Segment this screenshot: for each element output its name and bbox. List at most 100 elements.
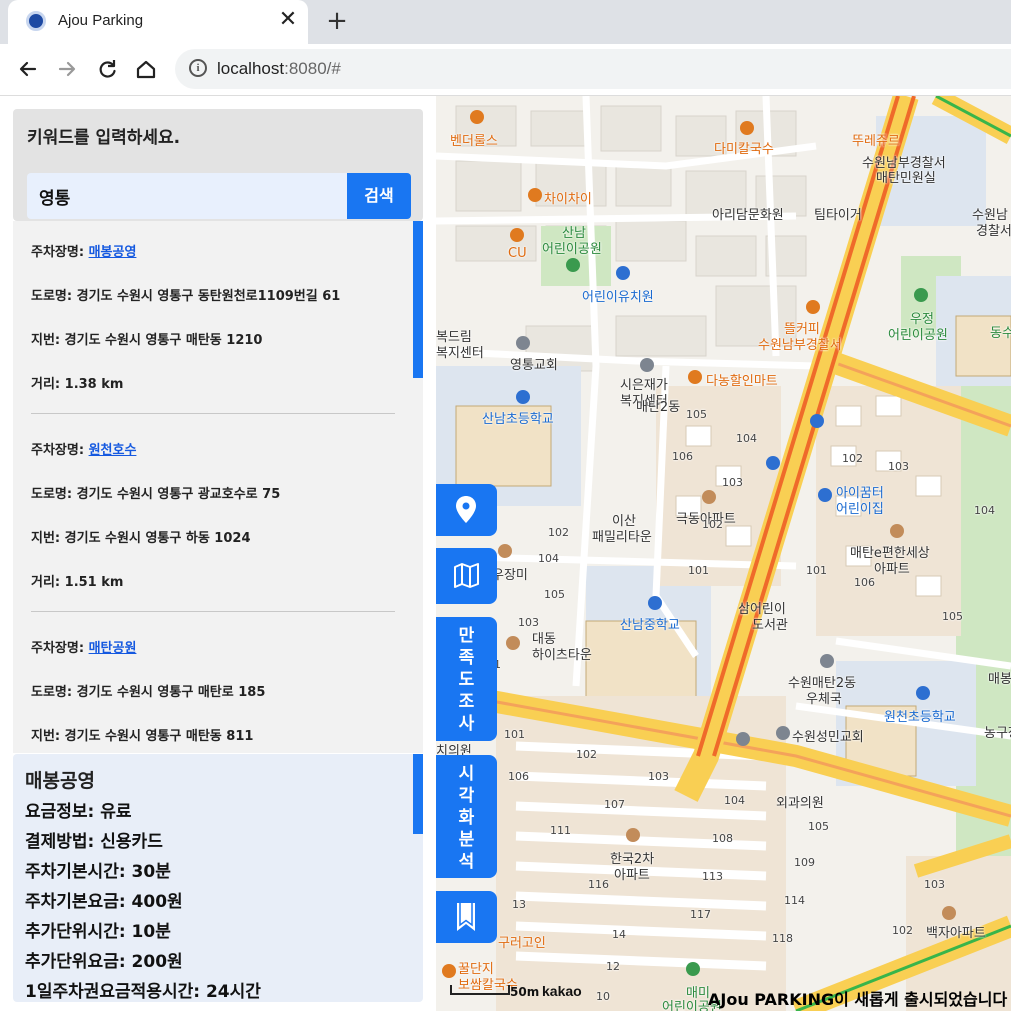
- road-address: 도로명: 경기도 수원시 영통구 광교호수로 75: [31, 487, 281, 502]
- hospital-marker-icon[interactable]: [736, 732, 750, 746]
- url-text: localhost:8080/#: [217, 59, 341, 79]
- bus-stop-icon[interactable]: [810, 414, 824, 428]
- map-label: 영통교회: [510, 358, 558, 373]
- building-number: 14: [612, 928, 626, 941]
- building-number: 114: [784, 894, 805, 907]
- map-label: 동수: [990, 326, 1011, 341]
- restaurant-marker-icon[interactable]: [740, 121, 754, 135]
- store-marker-icon[interactable]: [510, 228, 524, 242]
- apartment-marker-icon[interactable]: [942, 906, 956, 920]
- survey-char: 도: [458, 670, 475, 690]
- survey-char: 조: [458, 692, 475, 712]
- sidebar-panel: 키워드를 입력하세요. 검색 주차장명: 매봉공영 도로명: 경기도 수원시 영…: [0, 96, 436, 1011]
- satisfaction-survey-button[interactable]: 만 족 도 조 사: [436, 617, 497, 741]
- forward-arrow-icon[interactable]: [52, 54, 82, 84]
- map-label: 산남중학교: [620, 618, 680, 633]
- detail-title: 매봉공영: [25, 770, 95, 792]
- park-marker-icon[interactable]: [686, 962, 700, 976]
- church-marker-icon[interactable]: [516, 336, 530, 350]
- building-number: 117: [690, 908, 711, 921]
- school-marker-icon[interactable]: [648, 596, 662, 610]
- bookmark-icon: [457, 903, 475, 931]
- detail-payment: 결제방법: 신용카드: [25, 832, 163, 852]
- church-marker-icon[interactable]: [776, 726, 790, 740]
- map-scale-bar: [450, 985, 510, 995]
- school-marker-icon[interactable]: [916, 686, 930, 700]
- building-number: 102: [842, 452, 863, 465]
- reload-icon[interactable]: [92, 54, 122, 84]
- apartment-marker-icon[interactable]: [890, 524, 904, 538]
- map-label: 어린이집: [836, 502, 884, 517]
- building-number: 101: [688, 564, 709, 577]
- map-icon: [454, 563, 479, 588]
- map-toggle-button[interactable]: [436, 548, 497, 604]
- map-label: 원천초등학교: [884, 710, 956, 725]
- welfare-marker-icon[interactable]: [640, 358, 654, 372]
- road-address: 도로명: 경기도 수원시 영통구 동탄원천로1109번길 61: [31, 289, 341, 304]
- map-label: 어린이유치원: [582, 290, 654, 305]
- restaurant-marker-icon[interactable]: [470, 110, 484, 124]
- mart-marker-icon[interactable]: [688, 370, 702, 384]
- cafe-marker-icon[interactable]: [806, 300, 820, 314]
- apartment-marker-icon[interactable]: [506, 636, 520, 650]
- map-label: 구러고인: [498, 936, 546, 951]
- lot-address: 지번: 경기도 수원시 영통구 하동 1024: [31, 531, 251, 546]
- divider: [31, 611, 395, 612]
- building-number: 107: [604, 798, 625, 811]
- daycare-marker-icon[interactable]: [818, 488, 832, 502]
- building-number: 104: [724, 794, 745, 807]
- bus-stop-icon[interactable]: [766, 456, 780, 470]
- map-attribution[interactable]: kakao: [542, 983, 582, 999]
- visualization-analysis-button[interactable]: 시 각 화 분 석: [436, 755, 497, 878]
- map-label: 다미칼국수: [714, 142, 774, 157]
- browser-tab[interactable]: Ajou Parking ✕: [8, 0, 308, 44]
- apartment-marker-icon[interactable]: [498, 544, 512, 558]
- analysis-char: 석: [458, 852, 475, 872]
- parking-name-link[interactable]: 매봉공영: [89, 245, 137, 260]
- new-tab-button[interactable]: +: [322, 6, 352, 36]
- results-list[interactable]: 주차장명: 매봉공영 도로명: 경기도 수원시 영통구 동탄원천로1109번길 …: [13, 221, 423, 753]
- building-number: 103: [648, 770, 669, 783]
- map-label: 팀타이거: [814, 208, 862, 223]
- location-button[interactable]: [436, 484, 497, 536]
- results-scrollbar[interactable]: [413, 221, 423, 378]
- parking-detail-panel[interactable]: 매봉공영 요금정보: 유료 결제방법: 신용카드 주차기본시간: 30분 주차기…: [13, 754, 423, 1002]
- apartment-marker-icon[interactable]: [626, 828, 640, 842]
- address-bar[interactable]: i localhost:8080/#: [175, 49, 1011, 89]
- back-arrow-icon[interactable]: [13, 54, 43, 84]
- school-marker-icon[interactable]: [516, 390, 530, 404]
- map-view[interactable]: 벤더룰스 다미칼국수 뚜레쥬르 수원남부경찰서 매탄민원실 차이차이 아리담문화…: [436, 96, 1011, 1011]
- notice-marquee: AJou PARKING이 새롭게 출시되었습니다: [708, 990, 1008, 1009]
- detail-base-fee: 주차기본요금: 400원: [25, 892, 183, 912]
- bookmark-button[interactable]: [436, 891, 497, 943]
- building-number: 104: [974, 504, 995, 517]
- map-label: 외과의원: [776, 796, 824, 811]
- parking-name-link[interactable]: 원천호수: [89, 443, 137, 458]
- restaurant-marker-icon[interactable]: [528, 188, 542, 202]
- search-button[interactable]: 검색: [347, 173, 411, 219]
- close-tab-icon[interactable]: ✕: [276, 8, 300, 32]
- analysis-char: 각: [458, 786, 475, 806]
- building-number: 10: [596, 990, 610, 1003]
- home-icon[interactable]: [131, 54, 161, 84]
- building-number: 105: [808, 820, 829, 833]
- map-label: 백자아파트: [926, 926, 986, 941]
- kindergarten-marker-icon[interactable]: [616, 266, 630, 280]
- analysis-char: 화: [458, 808, 475, 828]
- map-label: 매탄민원실: [876, 171, 936, 186]
- apartment-marker-icon[interactable]: [702, 490, 716, 504]
- search-input[interactable]: [27, 173, 347, 219]
- park-marker-icon[interactable]: [566, 258, 580, 272]
- map-label: 수원남부경찰서: [758, 338, 842, 353]
- building-number: 101: [504, 728, 525, 741]
- building-number: 108: [712, 832, 733, 845]
- site-info-icon[interactable]: i: [189, 59, 207, 77]
- detail-scrollbar[interactable]: [413, 754, 423, 834]
- parking-name-link[interactable]: 매탄공원: [89, 641, 137, 656]
- detail-daily-pass: 1일주차권요금적용시간: 24시간: [25, 982, 261, 1002]
- map-label: 매탄2동: [636, 400, 681, 415]
- park-marker-icon[interactable]: [914, 288, 928, 302]
- post-office-marker-icon[interactable]: [820, 654, 834, 668]
- url-path: :8080/#: [284, 59, 341, 78]
- restaurant-marker-icon[interactable]: [442, 964, 456, 978]
